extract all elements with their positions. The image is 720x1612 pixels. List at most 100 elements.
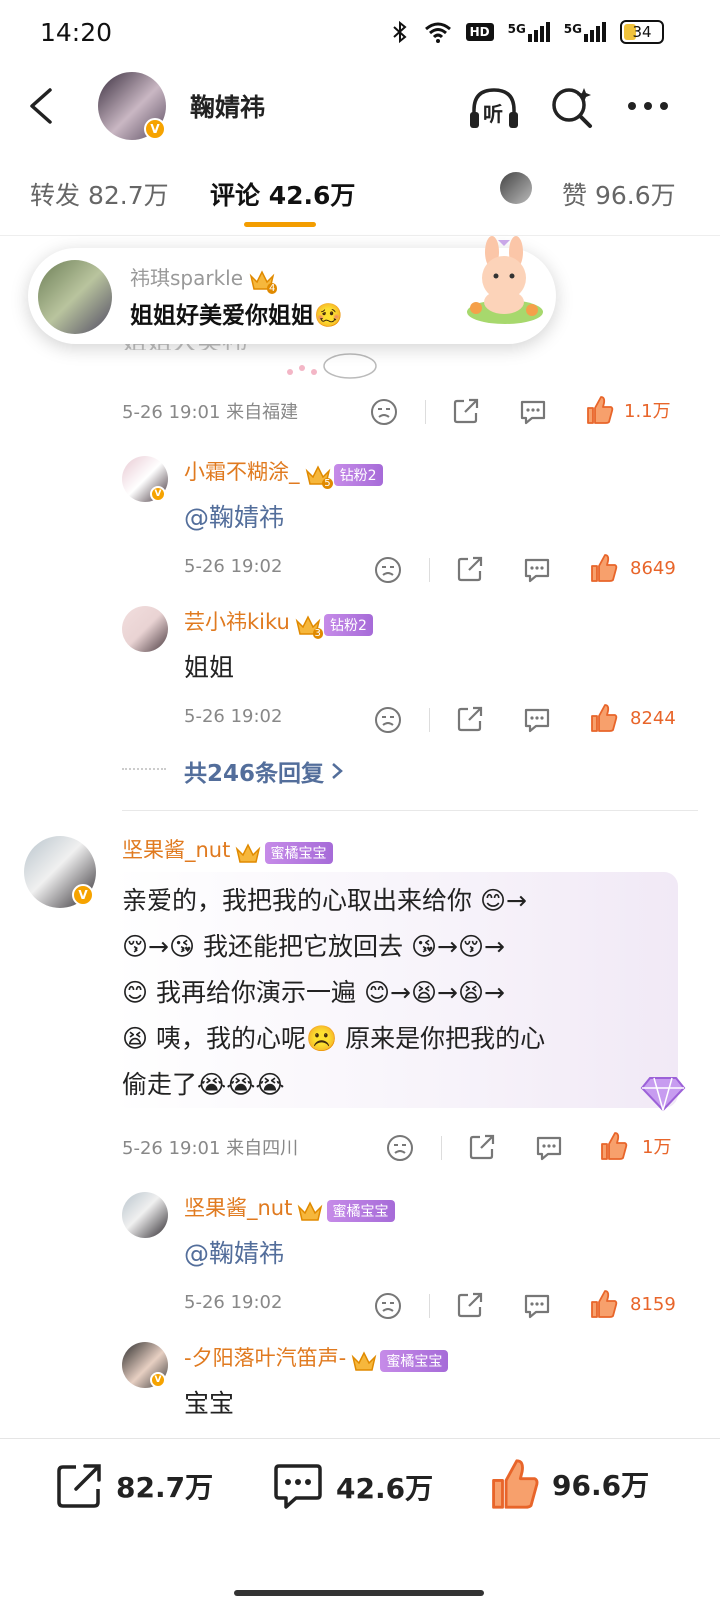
fan-tag: 钻粉2 [333,463,383,486]
battery-icon: 34 [620,20,664,44]
tab-comments[interactable]: 评论 42.6万 [210,176,355,212]
comment-button[interactable]: 42.6万 [272,1463,433,1511]
reply2-crown-level: 3 [312,627,323,639]
thumb-up-icon [601,1132,628,1160]
reply2-avatar[interactable] [122,606,168,652]
reply3-like-button[interactable]: 8159 [590,1289,676,1319]
wifi-icon [424,22,451,43]
reply2-time: 5-26 19:02 [184,706,283,727]
reply3-username[interactable]: 坚果酱_nut [184,1196,292,1220]
share-icon[interactable] [456,1291,484,1319]
network1-label: 5G [507,22,526,36]
thumb-up-icon [587,396,614,424]
comment2-line: 😫 咦，我的心呢☹️ 原来是你把我的心 [122,1024,546,1053]
signal2-icon: 5G [564,22,606,42]
like-button[interactable]: 96.6万 [490,1457,649,1511]
tab-bar: 转发 82.7万 评论 42.6万 赞 96.6万 [0,150,720,236]
like-count: 96.6万 [552,1469,650,1502]
thumb-up-icon [591,704,618,732]
thumb-up-icon [492,1459,539,1509]
share-icon[interactable] [456,555,484,583]
repost-count: 82.7万 [116,1471,214,1504]
reply-icon[interactable] [522,706,552,734]
comment2-line: 😊 我再给你演示一遍 😊→😫→😫→ [122,978,505,1007]
cat-sticker-icon [287,353,377,379]
comment2-username[interactable]: 坚果酱_nut [122,838,230,862]
battery-level: 34 [632,23,652,41]
share-icon[interactable] [468,1133,496,1161]
reply3-time: 5-26 19:02 [184,1292,283,1313]
dislike-icon[interactable] [386,1134,414,1162]
reply3-like-count: 8159 [630,1293,676,1315]
popup-crown-level: 4 [267,282,278,294]
action-divider [441,1136,442,1160]
share-icon[interactable] [452,397,480,425]
dislike-icon[interactable] [370,398,398,426]
reply1-username[interactable]: 小霜不糊涂_ [184,460,300,484]
liker-avatar [500,172,532,204]
action-divider [429,558,430,582]
popup-comment-text: 姐姐好美爱你姐姐🥴 [130,303,343,329]
top-bar: V 鞠婧祎 听 [0,64,720,148]
verified-badge-icon: V [144,118,166,140]
verified-badge-icon: V [72,884,94,906]
reply4-text: 宝宝 [184,1389,235,1418]
listen-button[interactable]: 听 [468,84,520,132]
more-replies-link[interactable]: 共246条回复 [184,754,344,788]
comment-separator [122,810,698,811]
crown-icon: 4 [249,268,278,294]
status-icons: HD 5G 5G 34 [390,20,664,44]
fan-tag: 蜜橘宝宝 [380,1349,449,1372]
popup-avatar [38,260,112,334]
share-icon[interactable] [456,705,484,733]
reply-icon[interactable] [522,1292,552,1320]
status-time: 14:20 [40,18,113,47]
reply3-header: 坚果酱_nut 蜜橘宝宝 [184,1192,395,1223]
action-divider [429,708,430,732]
comment1-time: 5-26 19:01 来自福建 [122,402,299,423]
reply1-header: 小霜不糊涂_ 5 钻粉2 [184,456,383,489]
listen-label: 听 [483,102,503,126]
dislike-icon[interactable] [374,556,402,584]
comment2-line: 亲爱的，我把我的心取出来给你 😊→ [122,886,527,915]
fan-tag: 蜜橘宝宝 [326,1199,395,1222]
back-arrow-icon[interactable] [26,86,56,126]
tab-repost[interactable]: 转发 82.7万 [30,176,169,212]
network2-label: 5G [563,22,582,36]
reply3-avatar[interactable] [122,1192,168,1238]
reply2-like-button[interactable]: 8244 [590,703,676,733]
chevron-right-icon [332,763,343,779]
reply-icon[interactable] [534,1134,564,1162]
reply3-text[interactable]: @鞠婧祎 [184,1234,284,1270]
tab-likes[interactable]: 赞 96.6万 [562,176,676,212]
fan-tag: 钻粉2 [324,613,373,636]
reply2-header: 芸小祎kiku 3 钻粉2 [184,606,373,639]
dislike-icon[interactable] [374,706,402,734]
reply4-header: -夕阳落叶汽笛声- 蜜橘宝宝 [184,1342,449,1373]
comment1-like-button[interactable]: 1.1万 [586,395,671,425]
search-icon[interactable] [548,84,594,130]
reply1-like-button[interactable]: 8649 [590,553,676,583]
more-icon[interactable] [626,100,670,112]
thumb-up-icon [591,554,618,582]
reply4-username[interactable]: -夕阳落叶汽笛声- [184,1346,346,1370]
share-icon [57,1464,101,1508]
fan-tag: 蜜橘宝宝 [264,841,333,864]
bunny-sticker-icon [467,236,543,324]
dislike-icon[interactable] [374,1292,402,1320]
reply1-crown-level: 5 [322,477,333,489]
home-indicator [234,1590,484,1596]
reply1-time: 5-26 19:02 [184,556,283,577]
more-replies-label: 共246条回复 [184,761,325,787]
repost-button[interactable]: 82.7万 [54,1461,213,1511]
reply2-text: 姐姐 [184,653,235,682]
reply-icon[interactable] [518,398,548,426]
comment2-header: 坚果酱_nut 蜜橘宝宝 [122,834,333,865]
comment2-time: 5-26 19:01 来自四川 [122,1138,299,1159]
reply2-username[interactable]: 芸小祎kiku [184,610,290,634]
hd-icon: HD [465,23,494,41]
active-tab-indicator [244,222,316,227]
comment2-like-button[interactable]: 1万 [600,1131,671,1161]
reply-icon[interactable] [522,556,552,584]
reply1-text[interactable]: @鞠婧祎 [184,498,284,534]
